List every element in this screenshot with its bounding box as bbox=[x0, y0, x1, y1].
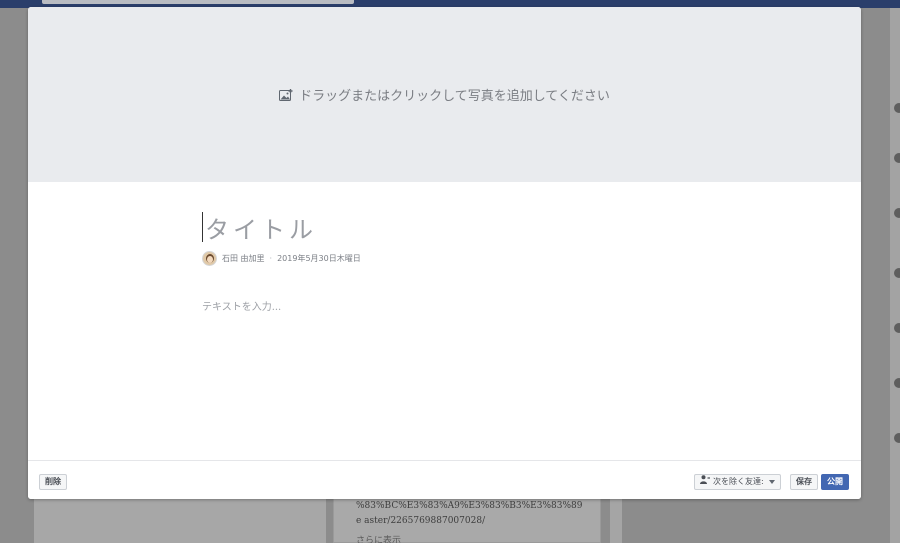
background-left-card bbox=[34, 498, 326, 543]
editor-footer: 削除 次を除く友達: 保存 公開 bbox=[28, 460, 861, 499]
publish-button[interactable]: 公開 bbox=[821, 474, 849, 490]
author-line: 石田 由加里 · 2019年5月30日木曜日 bbox=[202, 251, 361, 266]
title-input[interactable]: タイトル bbox=[202, 212, 317, 244]
body-placeholder: テキストを入力... bbox=[202, 302, 282, 313]
background-right-card bbox=[610, 498, 622, 543]
photo-upload-area[interactable]: ドラッグまたはクリックして写真を追加してください bbox=[28, 7, 861, 182]
separator-dot: · bbox=[269, 254, 273, 263]
background-see-more-link: さらに表示 bbox=[356, 536, 402, 543]
background-search-bar bbox=[42, 0, 354, 4]
avatar bbox=[202, 251, 217, 266]
privacy-selector[interactable]: 次を除く友達: bbox=[694, 474, 781, 490]
delete-button[interactable]: 削除 bbox=[39, 474, 67, 490]
add-photo-icon bbox=[279, 88, 293, 101]
friends-except-icon bbox=[700, 475, 710, 489]
delete-button-label: 削除 bbox=[45, 477, 61, 486]
note-date: 2019年5月30日木曜日 bbox=[277, 254, 361, 263]
publish-button-label: 公開 bbox=[827, 477, 843, 486]
background-chat-sidebar bbox=[890, 8, 900, 543]
photo-upload-label: ドラッグまたはクリックして写真を追加してください bbox=[299, 89, 610, 104]
note-editor-dialog: ドラッグまたはクリックして写真を追加してください タイトル 石田 由加里 · 2… bbox=[28, 7, 861, 499]
chevron-down-icon bbox=[768, 480, 775, 484]
save-button[interactable]: 保存 bbox=[790, 474, 818, 490]
title-placeholder: タイトル bbox=[205, 215, 317, 244]
text-caret bbox=[202, 212, 203, 242]
background-nav-icons bbox=[598, 0, 698, 15]
privacy-label: 次を除く友達: bbox=[713, 477, 764, 486]
save-button-label: 保存 bbox=[796, 477, 812, 486]
background-post-url: %83%BC%E3%83%A9%E3%83%B3%E3%83%89e aster… bbox=[356, 501, 583, 526]
body-text-input[interactable]: テキストを入力... bbox=[202, 298, 281, 313]
author-name: 石田 由加里 bbox=[222, 254, 265, 263]
